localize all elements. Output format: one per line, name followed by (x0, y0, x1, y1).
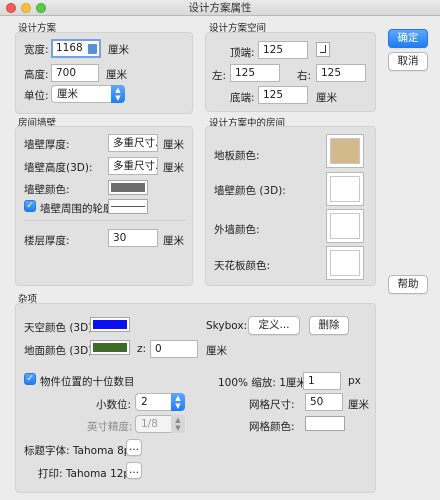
width-input[interactable]: 1168 (51, 39, 101, 58)
wall-outline-line (111, 206, 145, 207)
updown-arrows-icon: ▲ ▼ (171, 415, 185, 433)
outer-wall-color-swatch[interactable] (326, 209, 364, 243)
wall-color-swatch[interactable] (108, 180, 148, 195)
calculator-icon[interactable] (88, 44, 97, 54)
sky-color-label: 天空颜色 (3D): (24, 322, 96, 334)
right-label: 右: (297, 70, 312, 82)
grid-color-swatch[interactable] (305, 416, 345, 431)
wall-thickness-input[interactable]: 多重尺寸. (108, 134, 158, 152)
width-label: 宽度: (24, 44, 49, 56)
wall-thickness-label: 墙壁厚度: (24, 139, 70, 151)
ground-color-label: 地面颜色 (3D): (24, 345, 96, 357)
window-title: 设计方案属性 (188, 2, 252, 14)
floor-thickness-input[interactable]: 30 (108, 229, 158, 247)
cancel-button[interactable]: 取消 (388, 52, 428, 71)
ground-color-swatch[interactable] (90, 340, 130, 355)
updown-arrows-icon: ▲ ▼ (111, 85, 125, 103)
minimize-window-button[interactable] (21, 3, 31, 13)
wall-outline-checkbox[interactable]: ✓ (24, 200, 36, 212)
skybox-label: Skybox: (206, 320, 248, 332)
title-font-label: 标题字体: Tahoma 8pt (24, 445, 135, 457)
scale-unit: px (348, 375, 361, 387)
outer-wall-color-label: 外墙颜色: (214, 224, 260, 236)
floor-thickness-label: 楼层厚度: (24, 235, 70, 247)
sky-color-swatch[interactable] (90, 317, 130, 332)
inch-precision-label: 英寸精度: (87, 421, 133, 433)
tenth-digit-checkbox[interactable]: ✓ (24, 373, 36, 385)
help-button[interactable]: 帮助 (388, 275, 428, 294)
lock-toggle[interactable] (316, 42, 330, 57)
title-font-button[interactable]: ... (126, 439, 142, 456)
wall-thickness-unit: 厘米 (163, 139, 184, 151)
grid-size-unit: 厘米 (348, 399, 369, 411)
sky-color-fill (93, 320, 127, 329)
ground-color-fill (93, 343, 127, 352)
left-input[interactable]: 125 (230, 64, 280, 82)
outer-wall-color-fill (330, 213, 360, 239)
window-controls (6, 3, 46, 13)
wall-color-label: 墙壁颜色: (24, 184, 70, 196)
z-input[interactable]: 0 (150, 340, 198, 358)
skybox-delete-button[interactable]: 删除 (309, 316, 349, 335)
ceiling-color-fill (330, 250, 360, 276)
decimal-select[interactable]: 2 ▲ ▼ (135, 393, 185, 411)
wall-color3d-label: 墙壁颜色 (3D): (214, 185, 286, 197)
decimal-select-value: 2 (141, 396, 148, 408)
wall-height-input[interactable]: 多重尺寸. (108, 157, 158, 175)
floor-thickness-unit: 厘米 (163, 235, 184, 247)
grid-size-label: 网格尺寸: (249, 399, 295, 411)
print-font-button[interactable]: ... (126, 462, 142, 479)
grid-color-fill (308, 419, 342, 428)
inch-precision-select[interactable]: 1/8 ▲ ▼ (135, 415, 185, 433)
tenth-digit-label: 物件位置的十位数目 (40, 376, 135, 388)
width-value: 1168 (56, 42, 83, 54)
left-label: 左: (212, 70, 227, 82)
floor-color-label: 地板颜色: (214, 150, 260, 162)
close-window-button[interactable] (6, 3, 16, 13)
title-bar: 设计方案属性 (0, 0, 440, 16)
top-label: 顶端: (230, 47, 255, 59)
grid-color-label: 网格颜色: (249, 421, 295, 433)
wall-height-label: 墙壁高度(3D): (24, 162, 93, 174)
floor-color-fill (330, 138, 360, 164)
link-icon (320, 45, 326, 53)
decimal-label: 小数位: (96, 399, 132, 411)
bottom-label: 底端: (230, 92, 255, 104)
wall-color-fill (111, 183, 145, 192)
skybox-define-button[interactable]: 定义... (248, 316, 300, 335)
unit-label: 单位: (24, 90, 49, 102)
ceiling-color-swatch[interactable] (326, 246, 364, 280)
plan-space-unit: 厘米 (316, 92, 337, 104)
walls-divider (24, 220, 186, 221)
unit-select[interactable]: 厘米 ▲ ▼ (51, 85, 125, 103)
scale-input[interactable]: 1 (303, 372, 341, 390)
top-input[interactable]: 125 (258, 41, 308, 59)
bottom-input[interactable]: 125 (258, 86, 308, 104)
ok-button[interactable]: 确定 (388, 29, 428, 48)
wall-color3d-swatch[interactable] (326, 172, 364, 206)
wall-color3d-fill (330, 176, 360, 202)
inch-precision-value: 1/8 (141, 418, 158, 430)
print-font-label: 打印: Tahoma 12pt (38, 468, 135, 480)
right-input[interactable]: 125 (316, 64, 366, 82)
ceiling-color-label: 天花板颜色: (214, 260, 271, 272)
wall-outline-swatch[interactable] (108, 199, 148, 214)
height-unit: 厘米 (106, 69, 127, 81)
grid-size-input[interactable]: 50 (305, 393, 343, 411)
wall-height-unit: 厘米 (163, 162, 184, 174)
wall-outline-label: 墙壁周围的轮廓: (40, 203, 118, 215)
zoom-window-button[interactable] (36, 3, 46, 13)
width-unit: 厘米 (108, 44, 129, 56)
unit-select-value: 厘米 (57, 88, 78, 100)
floor-color-swatch[interactable] (326, 134, 364, 168)
height-input[interactable]: 700 (51, 64, 99, 82)
height-label: 高度: (24, 69, 49, 81)
updown-arrows-icon: ▲ ▼ (171, 393, 185, 411)
z-unit: 厘米 (206, 345, 227, 357)
z-label: z: (137, 343, 147, 355)
